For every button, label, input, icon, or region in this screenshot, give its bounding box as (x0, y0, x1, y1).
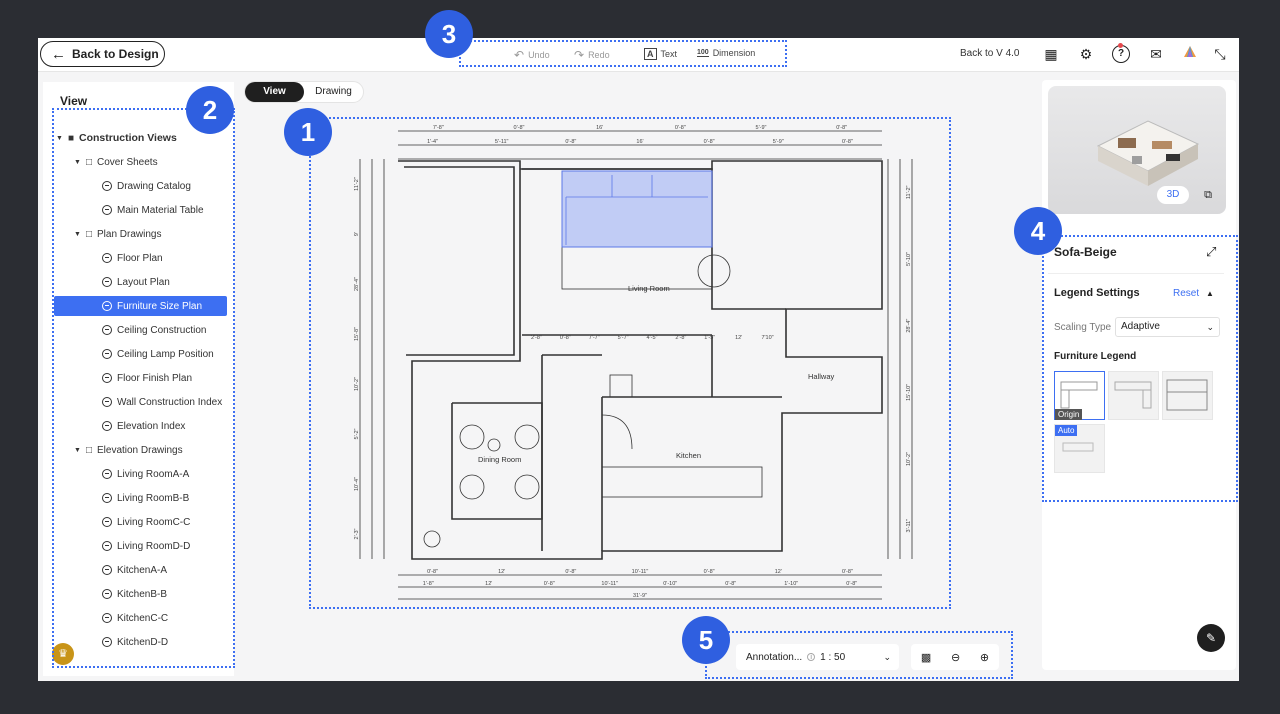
back-to-design-label: Back to Design (72, 47, 159, 61)
view-panel-title: View (60, 94, 88, 108)
mail-icon[interactable]: ✉ (1147, 45, 1165, 63)
back-arrow-icon: ← (51, 45, 66, 63)
highlight-region-2 (52, 108, 235, 668)
shrink-icon[interactable]: ⤡ (1211, 45, 1229, 63)
view-drawing-toggle: View Drawing (244, 81, 364, 103)
highlight-region-5 (705, 631, 1013, 679)
settings-icon[interactable]: ⚙ (1077, 45, 1095, 63)
highlight-region-4 (1042, 235, 1238, 502)
tab-drawing[interactable]: Drawing (304, 82, 363, 102)
highlight-region-1 (309, 117, 951, 609)
highlight-region-3 (459, 40, 787, 67)
back-to-design-button[interactable]: ← Back to Design (40, 41, 165, 67)
back-to-version-link[interactable]: Back to V 4.0 (960, 48, 1019, 59)
badge-3: 3 (425, 10, 473, 58)
chat-icon[interactable]: ✎ (1197, 624, 1225, 652)
badge-4: 4 (1014, 207, 1062, 255)
copy-icon[interactable]: ⧉ (1200, 187, 1216, 203)
badge-2: 2 (186, 86, 234, 134)
badge-1: 1 (284, 108, 332, 156)
3d-button[interactable]: 3D (1157, 186, 1189, 204)
tab-view[interactable]: View (245, 82, 304, 102)
color-icon[interactable] (1181, 45, 1199, 63)
notification-dot (1118, 43, 1123, 48)
badge-5: 5 (682, 616, 730, 664)
preview-icon[interactable]: ▦ (1042, 45, 1060, 63)
